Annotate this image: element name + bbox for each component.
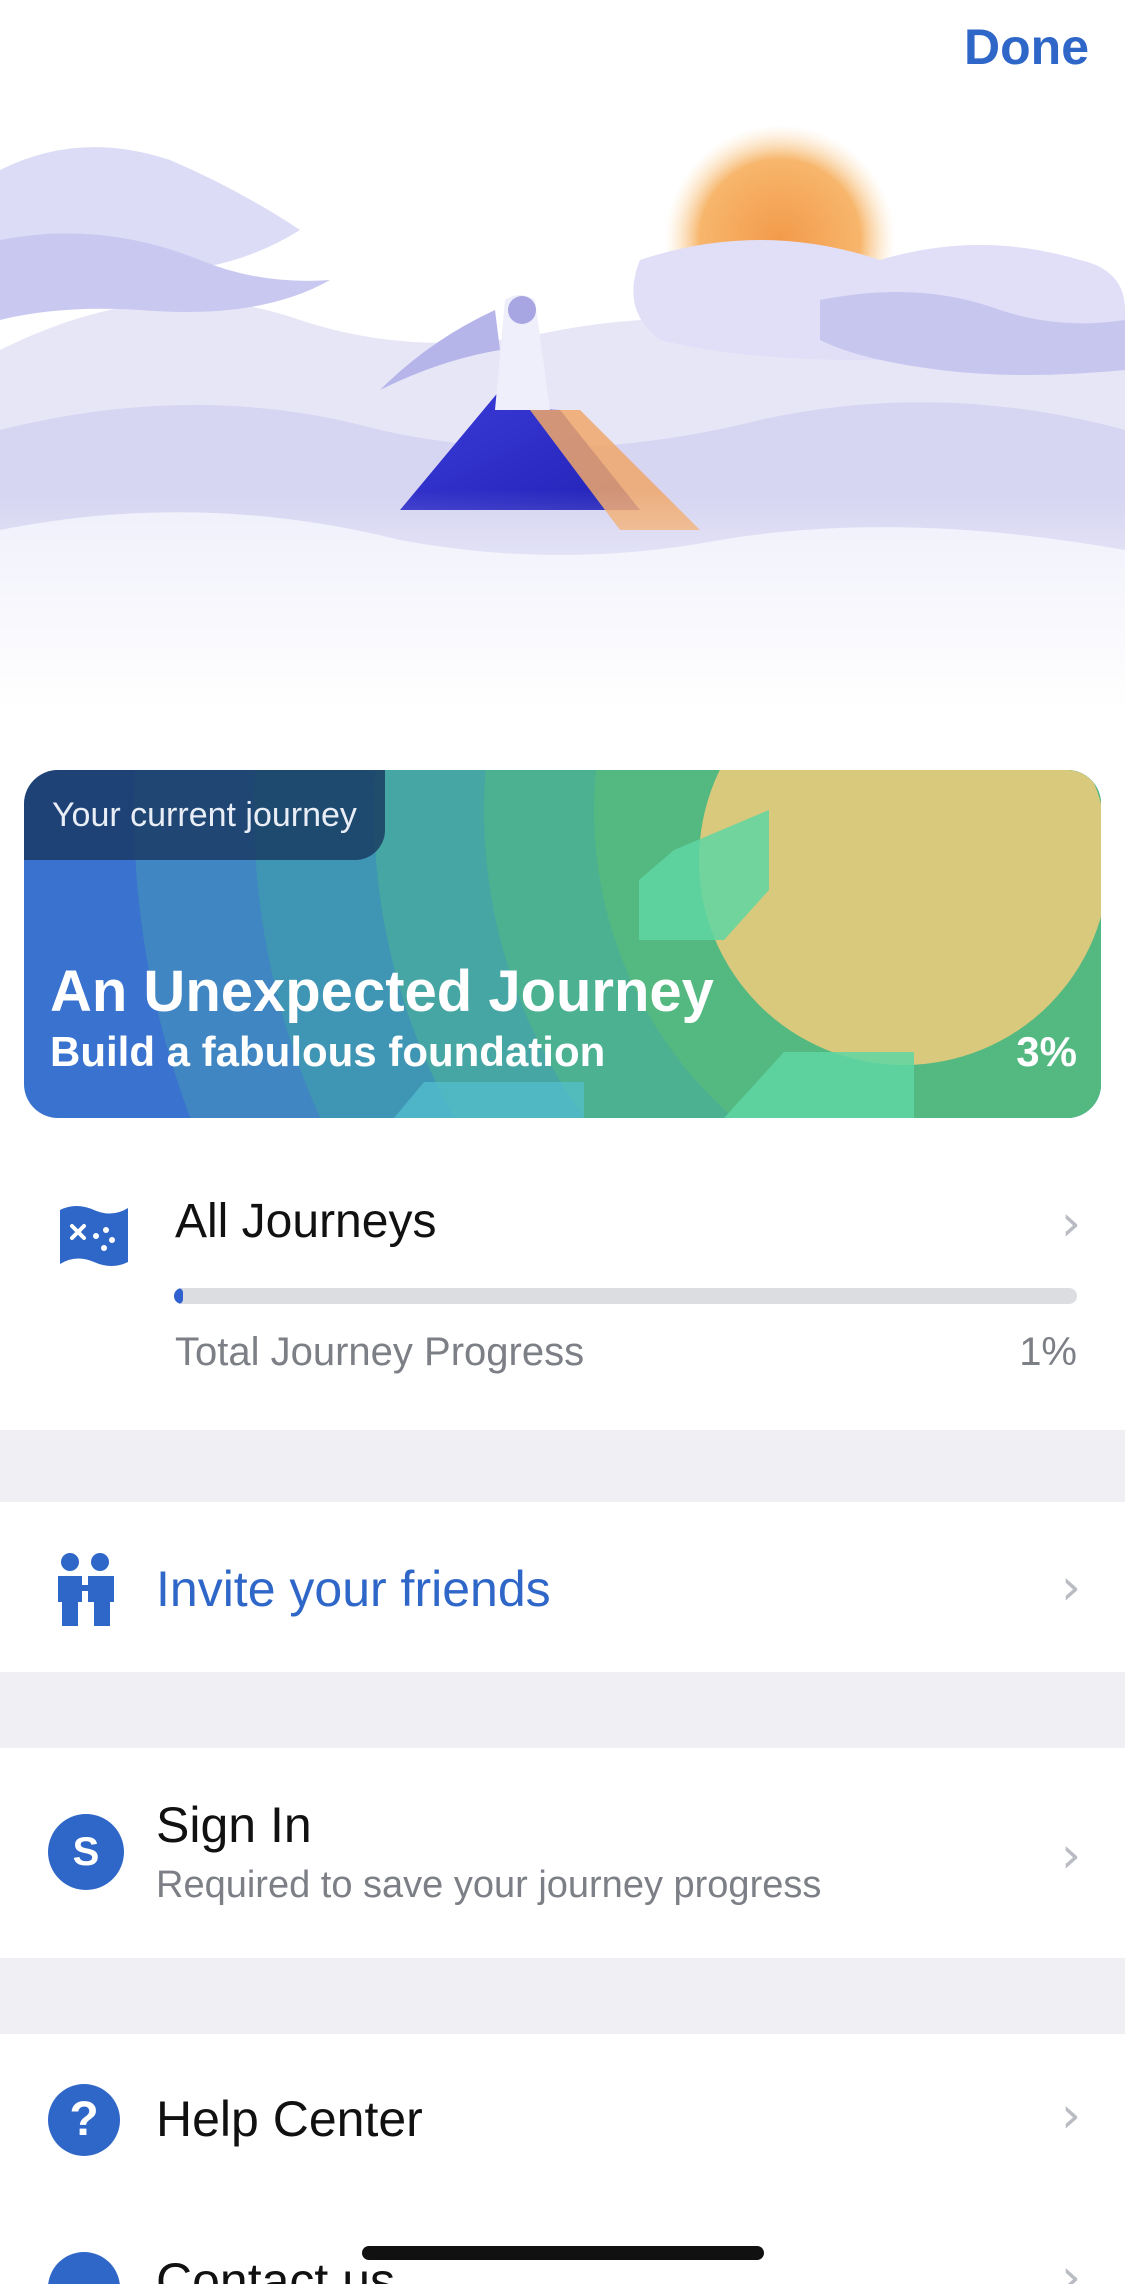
- sign-in-subtitle: Required to save your journey progress: [156, 1864, 822, 1906]
- chevron-right-icon: ›: [1061, 1826, 1081, 1884]
- chat-icon: [48, 2252, 120, 2284]
- invite-friends-row[interactable]: Invite your friends ›: [0, 1502, 1125, 1672]
- journey-title: An Unexpected Journey: [50, 959, 714, 1024]
- sign-in-row[interactable]: S Sign In Required to save your journey …: [0, 1748, 1125, 1958]
- map-icon: [60, 1206, 128, 1266]
- invite-friends-label: Invite your friends: [156, 1561, 551, 1617]
- total-progress-bar: [174, 1288, 1077, 1304]
- chevron-right-icon: ›: [1061, 1558, 1081, 1616]
- total-progress-fill: [174, 1288, 184, 1304]
- people-icon: [58, 1553, 114, 1626]
- hero-illustration: [0, 110, 1125, 710]
- current-journey-tag: Your current journey: [24, 770, 385, 860]
- all-journeys-title: All Journeys: [175, 1195, 437, 1248]
- avatar: S: [48, 1814, 124, 1890]
- total-progress-percent: 1%: [1019, 1330, 1077, 1374]
- all-journeys-row[interactable]: All Journeys › Total Journey Progress 1%: [0, 1150, 1125, 1430]
- chevron-right-icon: ›: [1061, 2086, 1081, 2144]
- help-center-label: Help Center: [156, 2091, 423, 2147]
- chevron-right-icon: ›: [1061, 1194, 1081, 1252]
- home-indicator[interactable]: [362, 2246, 764, 2260]
- section-separator: [0, 1430, 1125, 1502]
- app-screen: Done Your current journey An Unexpected …: [0, 0, 1125, 2284]
- total-progress-caption: Total Journey Progress: [175, 1330, 585, 1374]
- section-separator: [0, 1672, 1125, 1748]
- chevron-right-icon: ›: [1061, 2248, 1081, 2284]
- section-separator: [0, 1958, 1125, 2034]
- journey-subtitle: Build a fabulous foundation: [50, 1028, 606, 1075]
- contact-us-label: Contact us: [156, 2253, 396, 2284]
- question-icon: ?: [48, 2084, 120, 2156]
- done-button[interactable]: Done: [964, 18, 1089, 76]
- current-journey-card[interactable]: Your current journey An Unexpected Journ…: [24, 770, 1101, 1118]
- sign-in-title: Sign In: [156, 1797, 312, 1853]
- journey-progress-percent: 3%: [1016, 1028, 1077, 1075]
